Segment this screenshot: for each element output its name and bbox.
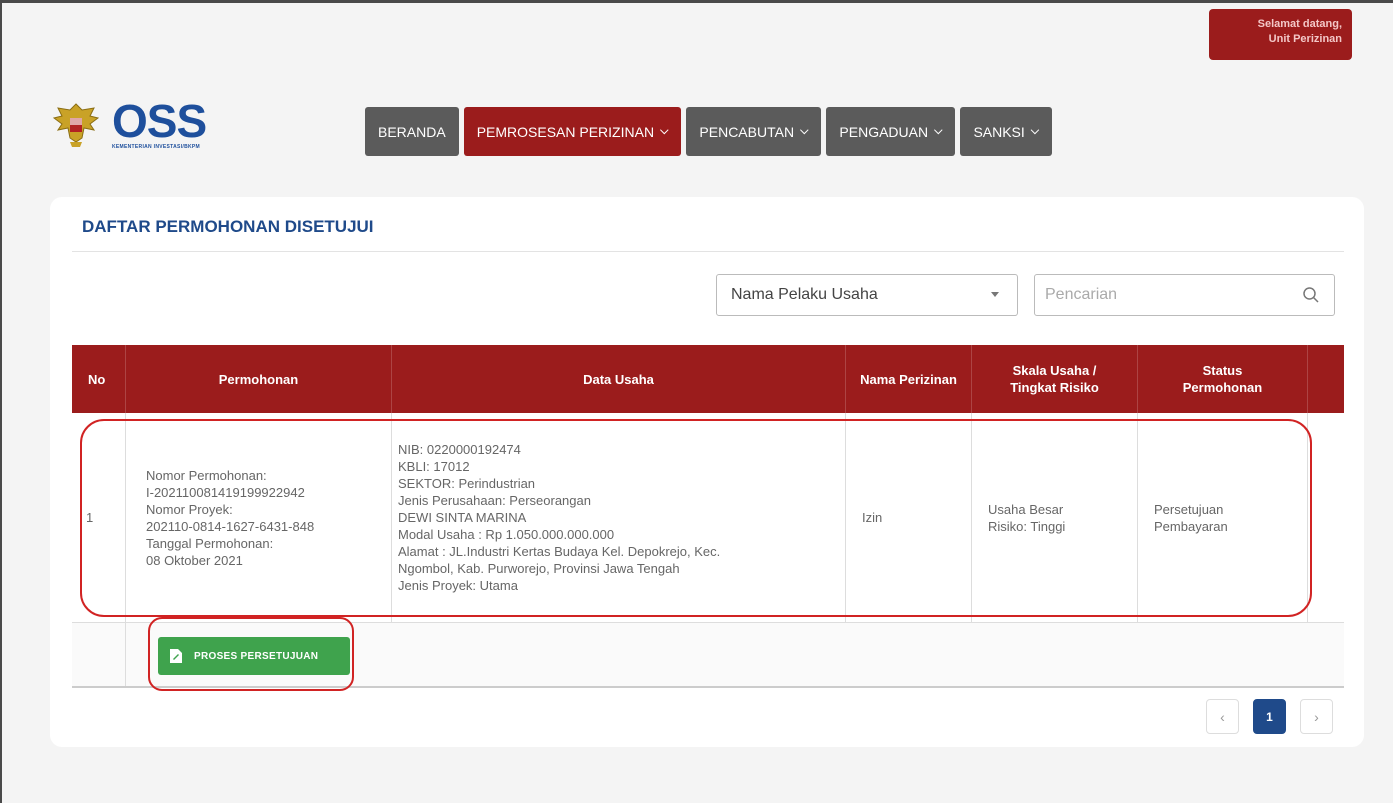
pagination-next[interactable]: › xyxy=(1300,699,1333,734)
header-nama-perizinan: Nama Perizinan xyxy=(846,345,972,413)
cell-status: Persetujuan Pembayaran xyxy=(1138,413,1308,622)
cell-skala: Usaha Besar Risiko: Tinggi xyxy=(972,413,1138,622)
requests-table: No Permohonan Data Usaha Nama Perizinan … xyxy=(72,345,1344,688)
chevron-down-icon: ⌵ xyxy=(1030,125,1040,137)
status-line: Pembayaran xyxy=(1154,518,1228,534)
search-box xyxy=(1034,274,1335,316)
nav-pemrosesan-perizinan[interactable]: PEMROSESAN PERIZINAN ⌵ xyxy=(463,107,682,156)
nav-sanksi[interactable]: SANKSI ⌵ xyxy=(960,107,1053,156)
permohonan-line: Nomor Proyek: xyxy=(146,501,233,517)
nav-pemrosesan-label: PEMROSESAN PERIZINAN xyxy=(476,123,655,140)
cell-nama-perizinan: Izin xyxy=(846,413,972,622)
skala-line: Usaha Besar xyxy=(988,501,1064,517)
title-divider xyxy=(72,251,1344,252)
proses-persetujuan-button[interactable]: PROSES PERSETUJUAN xyxy=(158,637,350,675)
nav-pencabutan[interactable]: PENCABUTAN ⌵ xyxy=(686,107,822,156)
header-permohonan: Permohonan xyxy=(126,345,392,413)
row-actions: PROSES PERSETUJUAN xyxy=(72,623,1344,688)
search-icon[interactable] xyxy=(1302,286,1320,304)
nav-sanksi-label: SANKSI xyxy=(973,123,1025,140)
oss-tagline: KEMENTERIAN INVESTASI/BKPM xyxy=(112,144,200,150)
permohonan-line: Tanggal Permohonan: xyxy=(146,535,274,551)
main-nav: BERANDA PEMROSESAN PERIZINAN ⌵ PENCABUTA… xyxy=(365,107,1053,156)
cell-permohonan: Nomor Permohonan: I-20211008141919992294… xyxy=(126,413,392,622)
data-usaha-line: Ngombol, Kab. Purworejo, Provinsi Jawa T… xyxy=(398,561,680,576)
data-usaha-line: DEWI SINTA MARINA xyxy=(398,510,527,525)
oss-logo[interactable]: OSS KEMENTERIAN INVESTASI/BKPM xyxy=(50,95,230,158)
pagination-page-current[interactable]: 1 xyxy=(1253,699,1286,734)
garuda-emblem-icon xyxy=(52,103,100,147)
welcome-unit: Unit Perizinan xyxy=(1268,33,1342,45)
welcome-badge[interactable]: Selamat datang, Unit Perizinan xyxy=(1209,9,1352,60)
approved-requests-card: DAFTAR PERMOHONAN DISETUJUI Nama Pelaku … xyxy=(50,197,1364,747)
data-usaha-line: Jenis Perusahaan: Perseorangan xyxy=(398,493,591,508)
welcome-greeting: Selamat datang, xyxy=(1257,18,1342,30)
risiko-line: Risiko: Tinggi xyxy=(988,518,1066,534)
cell-spacer xyxy=(1308,413,1344,622)
search-input[interactable] xyxy=(1045,275,1285,315)
nav-pengaduan[interactable]: PENGADUAN ⌵ xyxy=(826,107,956,156)
status-line: Persetujuan xyxy=(1154,501,1224,517)
permohonan-line: 08 Oktober 2021 xyxy=(146,552,243,568)
nav-pencabutan-label: PENCABUTAN xyxy=(699,123,795,140)
nav-beranda[interactable]: BERANDA xyxy=(365,107,459,156)
oss-wordmark: OSS xyxy=(112,95,207,147)
table-row[interactable]: 1 Nomor Permohonan: I-202110081419199922… xyxy=(72,413,1344,623)
pagination-prev[interactable]: ‹ xyxy=(1206,699,1239,734)
nav-pengaduan-label: PENGADUAN xyxy=(839,123,929,140)
data-usaha-line: Jenis Proyek: Utama xyxy=(398,578,518,593)
header-data-usaha: Data Usaha xyxy=(392,345,846,413)
header-status: Status Permohonan xyxy=(1138,345,1308,413)
cell-no: 1 xyxy=(72,413,126,622)
actions-no-cell xyxy=(72,623,126,686)
pagination: ‹ 1 › xyxy=(1206,699,1333,734)
permohonan-line: 202110-0814-1627-6431-848 xyxy=(146,518,315,534)
chevron-down-icon: ⌵ xyxy=(934,125,943,137)
data-usaha-line: Modal Usaha : Rp 1.050.000.000.000 xyxy=(398,527,615,542)
data-usaha-line: Alamat : JL.Industri Kertas Budaya Kel. … xyxy=(398,544,721,559)
document-edit-icon xyxy=(170,649,182,663)
proses-persetujuan-label: PROSES PERSETUJUAN xyxy=(194,650,319,662)
table-header: No Permohonan Data Usaha Nama Perizinan … xyxy=(72,345,1344,413)
header-spacer xyxy=(1308,345,1344,413)
chevron-down-icon: ⌵ xyxy=(660,125,669,137)
data-usaha-line: KBLI: 17012 xyxy=(398,459,470,474)
header-no: No xyxy=(72,345,126,413)
permohonan-line: Nomor Permohonan: xyxy=(146,467,267,483)
nav-beranda-label: BERANDA xyxy=(378,123,446,140)
chevron-down-icon: ⌵ xyxy=(800,125,809,137)
cell-data-usaha: NIB: 0220000192474 KBLI: 17012 SEKTOR: P… xyxy=(392,413,846,622)
filter-select[interactable]: Nama Pelaku Usaha xyxy=(716,274,1018,316)
header-skala: Skala Usaha / Tingkat Risiko xyxy=(972,345,1138,413)
caret-down-icon xyxy=(991,292,999,297)
data-usaha-line: NIB: 0220000192474 xyxy=(398,442,521,457)
permohonan-line: I-202110081419199922942 xyxy=(146,484,305,500)
page-title: DAFTAR PERMOHONAN DISETUJUI xyxy=(82,217,374,236)
filter-selected-value: Nama Pelaku Usaha xyxy=(731,286,878,303)
data-usaha-line: SEKTOR: Perindustrian xyxy=(398,476,536,491)
